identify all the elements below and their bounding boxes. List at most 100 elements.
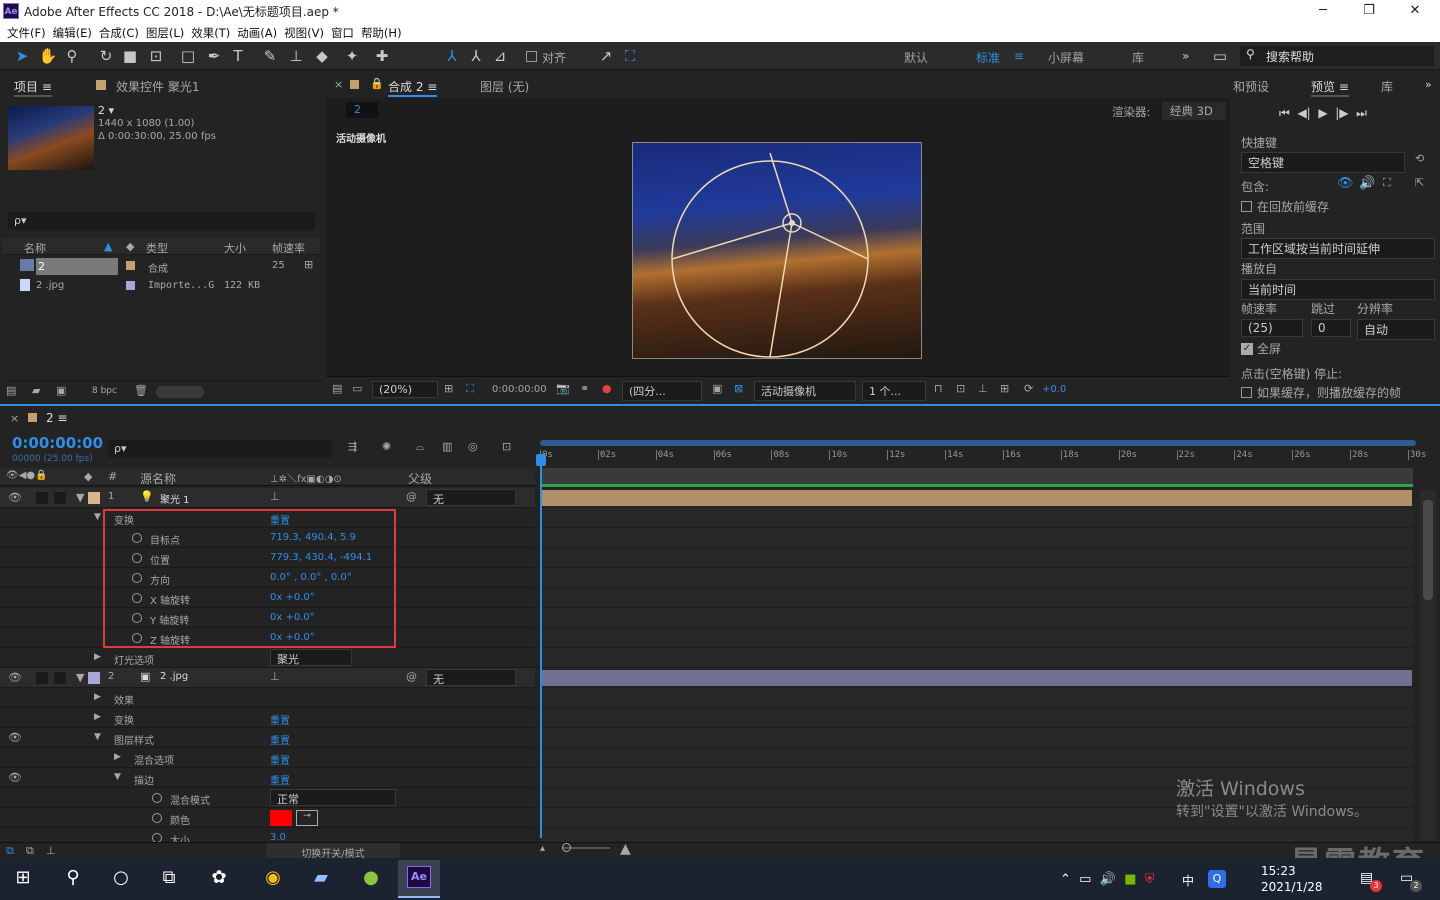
timeline-icon[interactable]: ⊥	[978, 382, 988, 395]
col-name[interactable]: 名称	[24, 240, 46, 256]
workspace-small-screen[interactable]: 小屏幕	[1048, 49, 1084, 66]
col-type[interactable]: 类型	[146, 240, 168, 256]
tab-timeline[interactable]: 2 ≡	[46, 411, 68, 425]
play-from-select[interactable]: 当前时间	[1241, 279, 1435, 300]
next-frame-icon[interactable]: |▶	[1335, 106, 1348, 120]
maximize-button[interactable]: ❐	[1346, 0, 1392, 22]
selection-tool-icon[interactable]: ➤	[12, 46, 32, 66]
spotlight-cone-gizmo[interactable]	[633, 143, 923, 360]
prev-frame-icon[interactable]: ◀|	[1297, 106, 1310, 120]
menu-help[interactable]: 帮助(H)	[354, 22, 402, 41]
interpret-icon[interactable]: ▤	[6, 384, 16, 397]
tab-presets[interactable]: 和预设	[1233, 78, 1269, 95]
timeline-search-input[interactable]: ρ▾	[108, 440, 332, 458]
solo-switch[interactable]	[54, 492, 66, 504]
region-icon[interactable]: ⛶	[466, 382, 474, 396]
hand-tool-icon[interactable]: ✋	[38, 46, 58, 66]
snap-option-icon[interactable]: ↗	[596, 46, 616, 66]
view-layout-select[interactable]: 1 个...	[862, 381, 926, 401]
expand-icon[interactable]: ⧉	[6, 844, 14, 858]
last-frame-icon[interactable]: ⏭	[1356, 106, 1367, 120]
menu-layer[interactable]: 图层(L)	[139, 22, 184, 41]
col-size[interactable]: 大小	[224, 240, 246, 256]
resolution-select[interactable]: (四分...	[622, 381, 702, 401]
overlay-include-icon[interactable]: ⛶	[1383, 176, 1391, 190]
layer-name[interactable]: 2 .jpg	[160, 671, 188, 682]
property-row[interactable]: ▶ 混合选项 重置	[0, 748, 535, 768]
qq-icon[interactable]: Q	[1208, 870, 1226, 888]
puppet-pin-icon[interactable]: ✚	[372, 46, 392, 66]
view-axis-icon[interactable]: ⊿	[490, 46, 510, 66]
trash-icon[interactable]: 🗑	[134, 384, 148, 397]
shy-icon[interactable]: ⌓	[416, 440, 425, 454]
close-timeline-icon[interactable]: ×	[10, 412, 19, 425]
network-icon[interactable]: ▭	[1079, 872, 1091, 887]
roto-brush-icon[interactable]: ✦	[342, 46, 362, 66]
renderer-button[interactable]: 经典 3D	[1162, 102, 1226, 120]
expand-triangle-icon[interactable]: ▶	[94, 692, 101, 702]
light-type-select[interactable]: 聚光	[270, 649, 352, 666]
workspace-screen-icon[interactable]: ▭	[1210, 46, 1230, 66]
flowchart-icon[interactable]: ⊞	[304, 258, 313, 271]
shy-switch-icon[interactable]: ⊥	[270, 490, 280, 503]
camera-tool-icon[interactable]: ■	[120, 46, 140, 66]
image-layer-bar[interactable]	[542, 670, 1412, 686]
property-value[interactable]: 重置	[270, 772, 290, 787]
frame-blend-icon[interactable]: ▥	[442, 440, 452, 453]
tab-effects-controls[interactable]: 效果控件 聚光1	[116, 78, 199, 95]
new-folder-icon[interactable]: ▰	[32, 384, 40, 397]
channels-icon[interactable]: ●	[602, 382, 612, 395]
expand-triangle-icon[interactable]: ▼	[94, 732, 101, 742]
local-axis-icon[interactable]: ⅄	[442, 46, 462, 66]
workspace-default[interactable]: 默认	[904, 49, 928, 66]
fps-select[interactable]: (25)	[1241, 319, 1303, 337]
more-panels-icon[interactable]: »	[1425, 78, 1432, 91]
visibility-eye-icon[interactable]: 👁	[8, 671, 22, 684]
3d-draft-icon[interactable]: ⊡	[956, 382, 965, 395]
clone-stamp-icon[interactable]: ⊥	[286, 46, 306, 66]
task-view-icon[interactable]: ⧉	[154, 863, 184, 893]
stopwatch-icon[interactable]	[152, 813, 162, 823]
zoom-out-icon[interactable]: ▴	[540, 843, 545, 854]
property-value[interactable]: 重置	[270, 732, 290, 747]
layer-name[interactable]: 聚光 1	[160, 491, 190, 506]
toggle-pixel-icon[interactable]: ⊓	[934, 382, 943, 395]
rectangle-tool-icon[interactable]: □	[178, 46, 198, 66]
motion-blur-icon[interactable]: ◎	[468, 440, 478, 453]
workspace-menu-icon[interactable]: ≡	[1014, 49, 1024, 63]
visibility-eye-icon[interactable]: 👁	[8, 771, 22, 784]
bpc-label[interactable]: 8 bpc	[92, 386, 117, 396]
timeline-scrollbar[interactable]	[1420, 490, 1436, 840]
comp-breadcrumb[interactable]: 2	[346, 102, 378, 118]
zoom-slider-knob[interactable]	[562, 843, 571, 852]
property-row[interactable]: 混合模式 正常	[0, 788, 535, 808]
tray-chevron-icon[interactable]: ⌃	[1060, 872, 1071, 887]
expand-triangle-icon[interactable]: ▼	[114, 772, 121, 782]
property-value[interactable]: 重置	[270, 752, 290, 767]
layer-label-swatch[interactable]	[88, 492, 100, 504]
reset-exposure-icon[interactable]: ⟳	[1024, 382, 1033, 395]
nvidia-icon[interactable]: ■	[1124, 872, 1136, 887]
property-row[interactable]: ▶ 灯光选项 聚光	[0, 648, 535, 668]
fullscreen-checkbox[interactable]: ✓	[1241, 343, 1253, 355]
tab-composition[interactable]: 合成 2 ≡	[388, 78, 438, 97]
blend-mode-select[interactable]: 正常	[270, 789, 396, 806]
parent-select[interactable]: 无	[426, 489, 516, 506]
expand-triangle-icon[interactable]: ▼	[94, 512, 101, 522]
menu-file[interactable]: 文件(F)	[0, 22, 46, 41]
transfer-controls-icon[interactable]: ⊥	[46, 844, 56, 857]
fast-preview-icon[interactable]: ⊠	[734, 382, 743, 395]
layer-row[interactable]: 👁 ▼ 1 💡 聚光 1 ⊥ @ 无	[0, 488, 535, 508]
audio-switch[interactable]	[36, 672, 48, 684]
range-select[interactable]: 工作区域按当前时间延伸	[1241, 238, 1435, 259]
rotate-tool-icon[interactable]: ↻	[96, 46, 116, 66]
close-button[interactable]: ✕	[1392, 0, 1438, 22]
snapshot-icon[interactable]: 📷	[556, 382, 570, 395]
parent-pickwhip-icon[interactable]: @	[406, 490, 417, 503]
volume-icon[interactable]: 🔊	[1100, 872, 1116, 887]
video-include-icon[interactable]: 👁	[1337, 176, 1354, 191]
parent-pickwhip-icon[interactable]: @	[406, 670, 417, 683]
workspace-standard[interactable]: 标准	[976, 49, 1000, 66]
workspace-more-icon[interactable]: »	[1182, 49, 1189, 63]
col-fps[interactable]: 帧速率	[272, 240, 305, 256]
